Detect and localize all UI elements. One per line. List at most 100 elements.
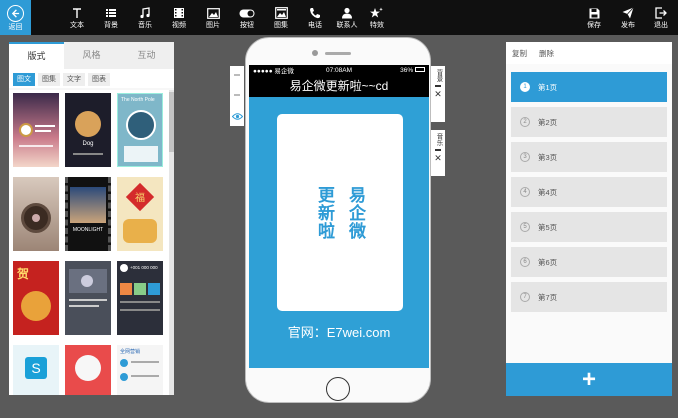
page-item-2[interactable]: 2 第2页: [511, 107, 667, 137]
template-thumbnail[interactable]: [65, 345, 111, 395]
page-name: 第4页: [538, 187, 558, 197]
sparkle-icon: [370, 6, 384, 20]
template-thumbnail[interactable]: +001 000 000: [117, 261, 163, 335]
template-caption: +001 000 000: [130, 265, 158, 270]
gallery-icon: [274, 6, 288, 20]
eye-icon: [231, 112, 243, 120]
phone-preview: ●●●●● 易企微 07:08AM 36% 易企微更新啦~~cd 易企微 更新啦…: [245, 37, 431, 403]
template-subtabs: 图文 图集 文字 图表: [9, 69, 174, 88]
page-name: 第7页: [538, 292, 558, 302]
text-icon: [71, 6, 83, 20]
tab-interaction[interactable]: 互动: [119, 42, 174, 69]
phone-status-bar: ●●●●● 易企微 07:08AM 36%: [249, 65, 429, 75]
page-item-4[interactable]: 4 第4页: [511, 177, 667, 207]
minus-icon[interactable]: [435, 85, 441, 87]
exit-button[interactable]: 退出: [644, 0, 678, 35]
page-number-badge: 3: [520, 152, 530, 162]
tool-music-button[interactable]: 音乐: [128, 0, 162, 35]
template-grid: Dog The North Pole MOONLIGHT 福 贺 +001 00…: [9, 90, 169, 395]
tab-layout[interactable]: 版式: [9, 42, 64, 69]
tab-style[interactable]: 风格: [64, 42, 119, 69]
template-thumbnail[interactable]: The North Pole: [117, 93, 163, 167]
tool-contact-label: 联系人: [336, 22, 358, 29]
music-control[interactable]: 音乐 ✕: [431, 130, 445, 176]
tool-phone-label: 电话: [308, 22, 322, 29]
page-actions: 复制 删除: [506, 42, 672, 64]
template-thumbnail[interactable]: 贺: [13, 261, 59, 335]
tool-text-button[interactable]: 文本: [60, 0, 94, 35]
top-toolbar: 返回 文本 背景 音乐 视频 图片 按钮 图集 电话 联系人 特效 保存 发布 …: [0, 0, 678, 35]
page-item-3[interactable]: 3 第3页: [511, 142, 667, 172]
tool-gallery-label: 图集: [274, 22, 288, 29]
subtab-image-text[interactable]: 图文: [13, 73, 35, 86]
drag-handle-icon[interactable]: [234, 94, 240, 96]
contact-icon: [341, 6, 353, 20]
template-thumbnail[interactable]: [13, 177, 59, 251]
save-icon: [589, 6, 600, 20]
template-caption: 贺: [17, 267, 30, 281]
page-item-7[interactable]: 7 第7页: [511, 282, 667, 312]
tool-background-button[interactable]: 背景: [94, 0, 128, 35]
card-text-line-2[interactable]: 更新啦: [312, 186, 337, 240]
tool-image-label: 图片: [206, 22, 220, 29]
add-page-button[interactable]: +: [506, 363, 672, 396]
website-text[interactable]: 官网：E7wei.com: [249, 322, 429, 341]
subtab-text[interactable]: 文字: [63, 73, 85, 86]
template-scrollbar-thumb[interactable]: [169, 92, 174, 152]
template-caption: Dog: [82, 141, 94, 147]
tool-video-label: 视频: [172, 22, 186, 29]
template-thumbnail[interactable]: MOONLIGHT: [65, 177, 111, 251]
template-tabs: 版式 风格 互动: [9, 42, 174, 69]
publish-button[interactable]: 发布: [611, 0, 645, 35]
page-name: 第2页: [538, 117, 558, 127]
tool-video-button[interactable]: 视频: [162, 0, 196, 35]
page-number-badge: 1: [520, 82, 530, 92]
tool-music-label: 音乐: [138, 22, 152, 29]
page-item-5[interactable]: 5 第5页: [511, 212, 667, 242]
subtab-gallery[interactable]: 图集: [38, 73, 60, 86]
template-thumbnail[interactable]: 福: [117, 177, 163, 251]
close-icon[interactable]: ✕: [434, 153, 442, 163]
background-control[interactable]: 背景 ✕: [431, 66, 445, 122]
tool-gallery-button[interactable]: 图集: [264, 0, 298, 35]
drag-handle-icon[interactable]: [234, 74, 240, 76]
close-icon[interactable]: ✕: [434, 89, 442, 99]
page-item-6[interactable]: 6 第6页: [511, 247, 667, 277]
tool-phone-button[interactable]: 电话: [298, 0, 332, 35]
tool-effect-button[interactable]: 特效: [360, 0, 394, 35]
template-thumbnail[interactable]: 全网营销: [117, 345, 163, 395]
page-title[interactable]: 易企微更新啦~~cd: [249, 75, 429, 97]
minus-icon[interactable]: [435, 149, 441, 151]
template-caption: MOONLIGHT: [72, 227, 104, 233]
tool-button-button[interactable]: 按钮: [230, 0, 264, 35]
delete-page-button[interactable]: 删除: [539, 48, 554, 59]
page-number-badge: 5: [520, 222, 530, 232]
card-text-line-1[interactable]: 易企微: [343, 186, 368, 240]
image-icon: [206, 6, 220, 20]
status-time: 07:08AM: [325, 66, 352, 74]
save-button[interactable]: 保存: [577, 0, 611, 35]
template-thumbnail[interactable]: [13, 93, 59, 167]
battery-icon: [414, 67, 425, 73]
subtab-chart[interactable]: 图表: [88, 73, 110, 86]
template-thumbnail[interactable]: [65, 261, 111, 335]
page-canvas[interactable]: 易企微 更新啦 官网：E7wei.com: [249, 97, 429, 368]
tool-image-button[interactable]: 图片: [196, 0, 230, 35]
back-button[interactable]: 返回: [0, 0, 31, 35]
phone-screen: ●●●●● 易企微 07:08AM 36% 易企微更新啦~~cd 易企微 更新啦…: [249, 65, 429, 368]
tool-effect-label: 特效: [370, 22, 384, 29]
preview-eye-button[interactable]: [230, 109, 244, 123]
text-card[interactable]: 易企微 更新啦: [277, 114, 403, 311]
template-caption: The North Pole: [121, 97, 155, 103]
tool-button-label: 按钮: [240, 22, 254, 29]
page-item-1[interactable]: 1 第1页: [511, 72, 667, 102]
speaker-icon: [325, 52, 351, 55]
template-thumbnail[interactable]: S: [13, 345, 59, 395]
copy-page-button[interactable]: 复制: [512, 48, 527, 59]
template-thumbnail[interactable]: Dog: [65, 93, 111, 167]
page-list-panel: 复制 删除 1 第1页 2 第2页 3 第3页 4 第4页 5 第5页 6 第6…: [506, 42, 672, 395]
template-caption: 福: [135, 193, 145, 204]
back-label: 返回: [8, 23, 23, 31]
home-button: [326, 377, 350, 401]
camera-icon: [312, 50, 318, 56]
